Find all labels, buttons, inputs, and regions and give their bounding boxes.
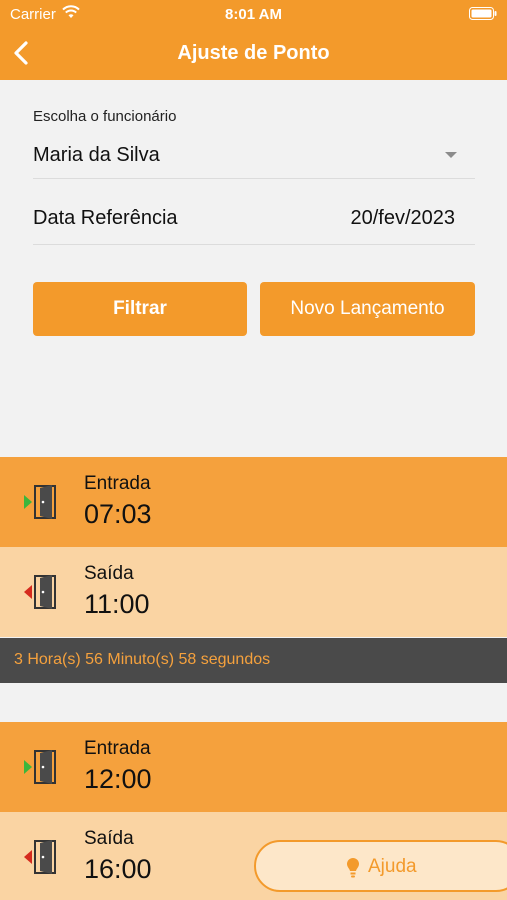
entry-time: 11:00 bbox=[84, 589, 150, 619]
entry-time: 12:00 bbox=[84, 764, 152, 794]
clock: 8:01 AM bbox=[225, 6, 282, 23]
time-entry-row[interactable]: Saída 11:00 bbox=[0, 547, 507, 637]
navigation-bar: Ajuste de Ponto bbox=[0, 28, 507, 80]
employee-label: Escolha o funcionário bbox=[33, 108, 177, 125]
entry-type: Entrada bbox=[84, 473, 151, 494]
entry-type: Entrada bbox=[84, 738, 151, 759]
reference-date-label: Data Referência bbox=[33, 207, 178, 229]
lightbulb-icon bbox=[347, 858, 359, 878]
worked-time-summary: 3 Hora(s) 56 Minuto(s) 58 segundos bbox=[0, 638, 507, 683]
door-exit-icon bbox=[24, 575, 56, 609]
entry-type: Saída bbox=[84, 563, 134, 584]
battery-icon bbox=[469, 7, 497, 25]
help-button[interactable]: Ajuda bbox=[254, 840, 507, 892]
time-entry-row[interactable]: Entrada 07:03 bbox=[0, 457, 507, 547]
employee-value: Maria da Silva bbox=[33, 144, 160, 166]
new-entry-button[interactable]: Novo Lançamento bbox=[260, 282, 475, 336]
filter-button[interactable]: Filtrar bbox=[33, 282, 247, 336]
door-entry-icon bbox=[24, 485, 56, 519]
time-entry-row[interactable]: Entrada 12:00 bbox=[0, 722, 507, 812]
help-label: Ajuda bbox=[368, 856, 417, 877]
door-exit-icon bbox=[24, 840, 56, 874]
reference-date-field[interactable]: Data Referência 20/fev/2023 bbox=[33, 198, 475, 245]
entry-time: 16:00 bbox=[84, 854, 152, 884]
page-title: Ajuste de Ponto bbox=[177, 42, 330, 64]
status-bar: Carrier 8:01 AM bbox=[0, 0, 507, 28]
worked-time-text: 3 Hora(s) 56 Minuto(s) 58 segundos bbox=[14, 651, 271, 668]
reference-date-value: 20/fev/2023 bbox=[350, 207, 455, 229]
entry-time: 07:03 bbox=[84, 499, 152, 529]
door-entry-icon bbox=[24, 750, 56, 784]
employee-select[interactable]: Maria da Silva bbox=[33, 136, 475, 179]
entry-type: Saída bbox=[84, 828, 134, 849]
chevron-down-icon bbox=[445, 152, 457, 158]
